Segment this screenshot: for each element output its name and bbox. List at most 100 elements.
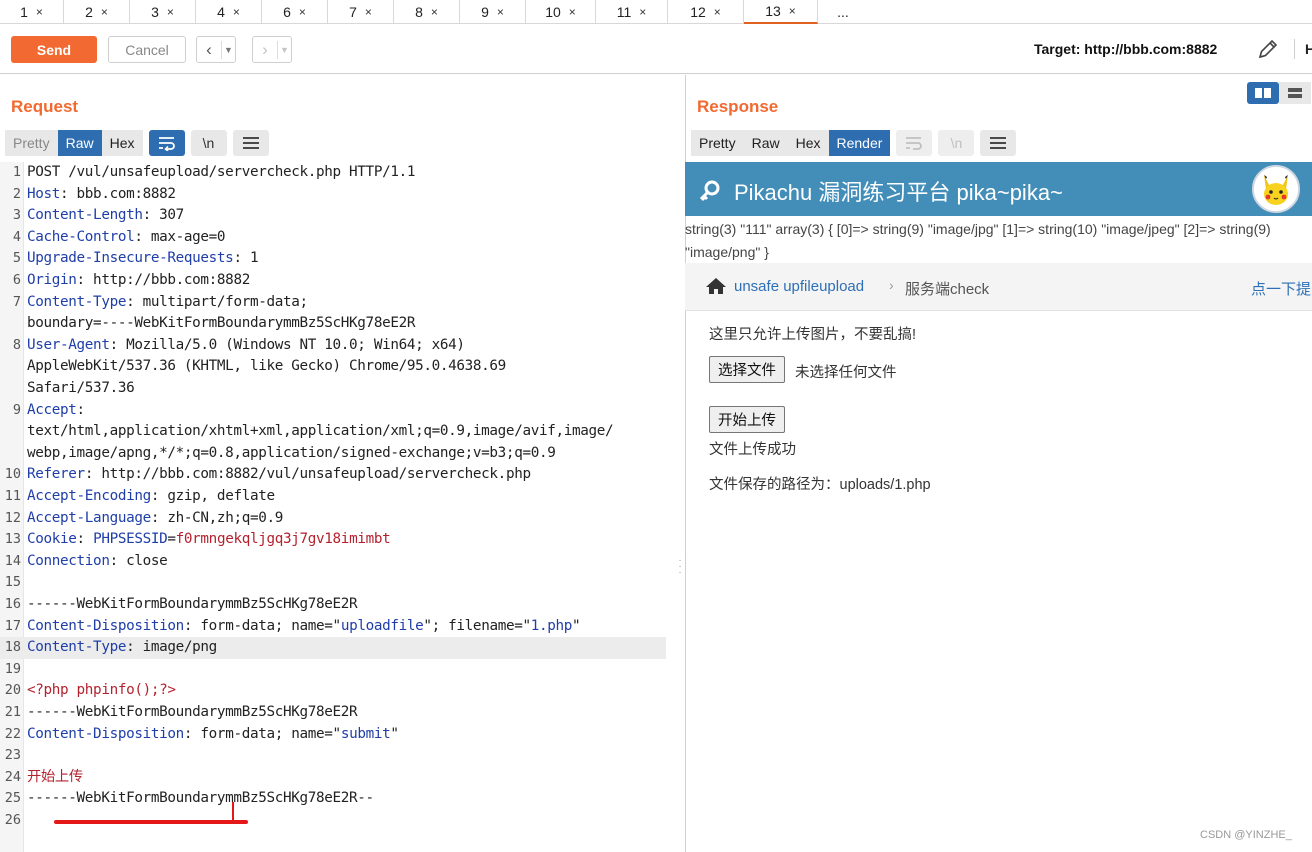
code-line[interactable]: 1 POST /vul/unsafeupload/servercheck.php … [0,162,666,184]
close-icon[interactable]: × [789,4,796,18]
code-text: Content-Type: image/png [27,637,217,659]
code-text: Content-Length: 307 [27,205,184,227]
tab-12[interactable]: 12 × [668,0,744,24]
request-editor[interactable]: 1 POST /vul/unsafeupload/servercheck.php … [0,162,666,852]
tab-8[interactable]: 8 × [394,0,460,24]
code-line[interactable]: 7 Content-Type: multipart/form-data; [0,292,666,314]
help-label-cut[interactable]: H [1305,41,1312,57]
tab-label: 1 [20,4,28,20]
code-line[interactable]: 13 Cookie: PHPSESSID=f0rmngekqljgq3j7gv18… [0,529,666,551]
code-line[interactable]: Safari/537.36 [0,378,666,400]
split-rows-icon[interactable] [1279,82,1311,104]
tab-1[interactable]: 1 × [0,0,64,24]
code-line[interactable]: 4 Cache-Control: max-age=0 [0,227,666,249]
response-tab-raw[interactable]: Raw [743,130,788,156]
code-segment: ------WebKitFormBoundarymmBz5ScHKg78eE2R [27,704,358,720]
pencil-icon[interactable] [1256,37,1280,61]
code-line[interactable]: 20 <?php phpinfo();?> [0,680,666,702]
tab-3[interactable]: 3 × [130,0,196,24]
code-line[interactable]: 3 Content-Length: 307 [0,205,666,227]
close-icon[interactable]: × [36,5,43,19]
code-line[interactable]: 17 Content-Disposition: form-data; name="… [0,616,666,638]
close-icon[interactable]: × [431,5,438,19]
tab-4[interactable]: 4 × [196,0,262,24]
close-icon[interactable]: × [714,5,721,19]
code-line[interactable]: 24 开始上传 [0,767,666,789]
menu-icon[interactable] [980,130,1017,156]
send-button[interactable]: Send [11,36,97,63]
code-line[interactable]: 22 Content-Disposition: form-data; name="… [0,724,666,746]
code-line[interactable]: boundary=----WebKitFormBoundarymmBz5ScHK… [0,313,666,335]
tab-9[interactable]: 9 × [460,0,526,24]
request-tab-raw[interactable]: Raw [57,130,102,156]
newline-toggle-button[interactable]: \n [190,130,227,156]
close-icon[interactable]: × [233,5,240,19]
response-tab-render[interactable]: Render [828,130,891,156]
code-line[interactable]: 15 [0,572,666,594]
close-icon[interactable]: × [497,5,504,19]
line-number: 21 [4,704,21,720]
chevron-right-icon[interactable]: › [253,40,277,60]
panel-splitter-handle[interactable]: · · · [677,556,683,580]
forward-history-dropdown-icon[interactable]: ▼ [277,40,291,59]
code-line[interactable]: 5 Upgrade-Insecure-Requests: 1 [0,248,666,270]
code-line[interactable]: 14 Connection: close [0,551,666,573]
render-view: Pikachu 漏洞练习平台 pika~pika~ string(3) "111… [685,162,1312,852]
home-icon[interactable] [705,277,727,300]
tab-13[interactable]: 13 × [744,0,818,24]
code-line[interactable]: AppleWebKit/537.36 (KHTML, like Gecko) C… [0,356,666,378]
code-line[interactable]: 23 [0,745,666,767]
tab-overflow[interactable]: ... [818,0,868,24]
line-number: 1 [12,164,21,180]
response-tab-hex[interactable]: Hex [787,130,829,156]
close-icon[interactable]: × [167,5,174,19]
wrap-icon[interactable] [148,130,185,156]
chevron-left-icon[interactable]: ‹ [197,40,221,60]
choose-file-button[interactable]: 选择文件 [709,356,785,383]
code-line[interactable]: 2 Host: bbb.com:8882 [0,184,666,206]
code-line[interactable]: 9 Accept: [0,400,666,422]
close-icon[interactable]: × [299,5,306,19]
header-key: Host [27,185,61,202]
split-columns-icon[interactable] [1247,82,1279,104]
close-icon[interactable]: × [569,5,576,19]
forward-nav-group[interactable]: › ▼ [252,36,292,63]
request-tab-pretty[interactable]: Pretty [5,130,58,156]
back-nav-group[interactable]: ‹ ▼ [196,36,236,63]
response-tab-pretty[interactable]: Pretty [691,130,744,156]
cancel-button[interactable]: Cancel [108,36,186,63]
code-line[interactable]: 18 Content-Type: image/png [0,637,666,659]
code-line[interactable]: webp,image/apng,*/*;q=0.8,application/si… [0,443,666,465]
code-line[interactable]: 21 ------WebKitFormBoundarymmBz5ScHKg78eE… [0,702,666,724]
code-text: Content-Disposition: form-data; name="up… [27,616,581,638]
request-tab-hex[interactable]: Hex [101,130,143,156]
code-text: Cache-Control: max-age=0 [27,227,226,249]
line-number: 19 [4,660,21,677]
layout-toggle[interactable] [1247,82,1312,104]
code-text: webp,image/apng,*/*;q=0.8,application/si… [27,443,556,465]
code-line[interactable]: 10 Referer: http://bbb.com:8882/vul/unsaf… [0,464,666,486]
tab-7[interactable]: 7 × [328,0,394,24]
code-line[interactable]: 16 ------WebKitFormBoundarymmBz5ScHKg78eE… [0,594,666,616]
close-icon[interactable]: × [365,5,372,19]
code-line[interactable]: 25 ------WebKitFormBoundarymmBz5ScHKg78eE… [0,788,666,810]
tab-10[interactable]: 10 × [526,0,596,24]
breadcrumb-link[interactable]: unsafe upfileupload [734,278,864,295]
tab-2[interactable]: 2 × [64,0,130,24]
back-history-dropdown-icon[interactable]: ▼ [221,40,235,59]
code-line[interactable]: 6 Origin: http://bbb.com:8882 [0,270,666,292]
close-icon[interactable]: × [101,5,108,19]
hint-link[interactable]: 点一下提 [1251,278,1311,299]
code-line[interactable]: 8 User-Agent: Mozilla/5.0 (Windows NT 10.… [0,335,666,357]
tab-6[interactable]: 6 × [262,0,328,24]
tab-11[interactable]: 11 × [596,0,668,24]
menu-icon[interactable] [232,130,269,156]
upload-button[interactable]: 开始上传 [709,406,785,433]
code-line[interactable]: 11 Accept-Encoding: gzip, deflate [0,486,666,508]
close-icon[interactable]: × [639,5,646,19]
code-line[interactable]: text/html,application/xhtml+xml,applicat… [0,421,666,443]
code-line[interactable]: 12 Accept-Language: zh-CN,zh;q=0.9 [0,508,666,530]
code-line[interactable]: 19 [0,659,666,681]
code-segment: "; filename=" [423,617,531,634]
line-number: 8 [12,336,21,353]
